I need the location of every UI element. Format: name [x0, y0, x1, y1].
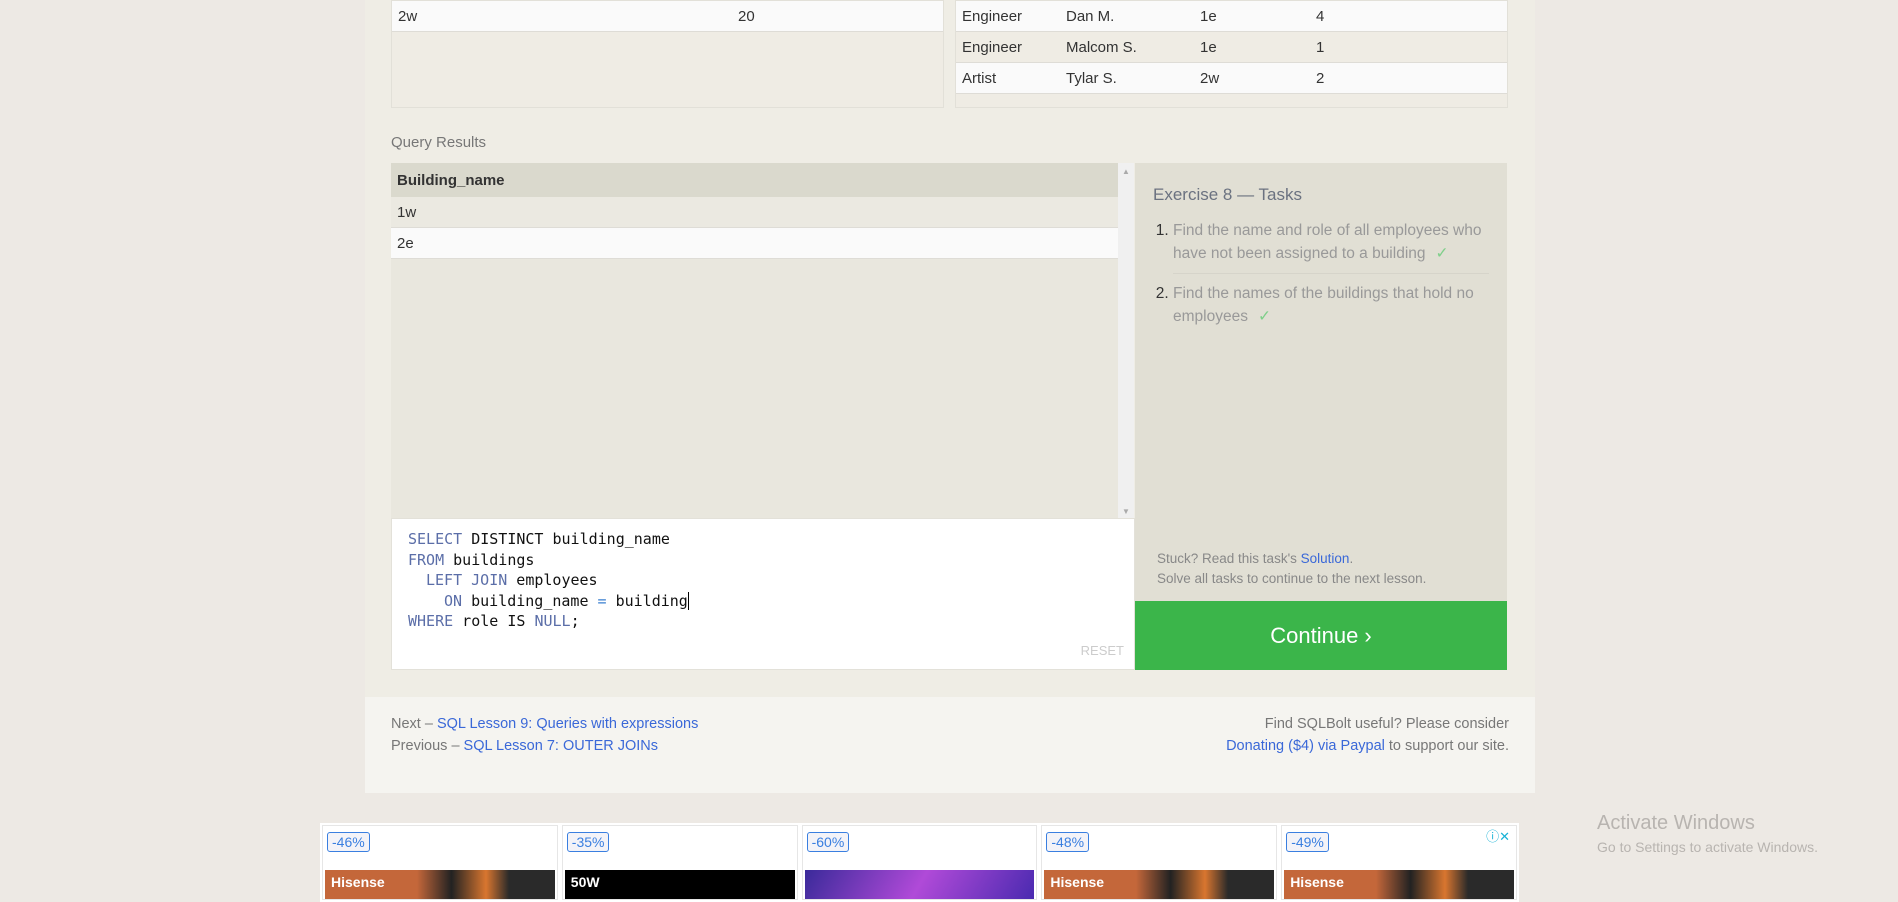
code-line: FROM buildings — [408, 550, 1118, 571]
donate-prompt: Find SQLBolt useful? Please consider — [1264, 716, 1509, 732]
prev-lesson-link[interactable]: SQL Lesson 7: OUTER JOINs — [464, 738, 658, 754]
cell: 1e — [1200, 7, 1217, 25]
buildings-table: 2w 20 — [391, 0, 944, 108]
code: buildings — [444, 550, 535, 569]
ad-item[interactable]: -48% Hisense — [1041, 825, 1278, 900]
help-text: Stuck? Read this task's Solution. Solve … — [1157, 549, 1426, 589]
stuck-suffix: . — [1349, 551, 1354, 566]
code-line: ON building_name = building — [408, 591, 1118, 612]
task-item: Find the names of the buildings that hol… — [1173, 282, 1489, 336]
results-scrollbar[interactable]: ▲ ▼ — [1118, 163, 1134, 518]
task-text: Find the names of the buildings that hol… — [1173, 285, 1474, 325]
ad-item[interactable]: -49% Hisense ⓘ✕ — [1281, 825, 1517, 900]
product-image: Hisense — [1284, 870, 1514, 899]
code: building — [606, 591, 688, 610]
reset-button[interactable]: RESET — [1081, 641, 1124, 662]
cell: 1e — [1200, 38, 1217, 56]
cell: 2w — [398, 7, 418, 25]
keyword: WHERE — [408, 612, 454, 630]
product-image: 50W — [564, 870, 795, 899]
stuck-text: Stuck? Read this task's — [1157, 551, 1301, 566]
cell: Engineer — [962, 7, 1023, 25]
query-results-table: Building_name 1w 2e ▲ ▼ — [391, 163, 1134, 518]
cell: Malcom S. — [1066, 38, 1137, 56]
activate-subtitle: Go to Settings to activate Windows. — [1597, 839, 1818, 855]
keyword: FROM — [408, 550, 445, 569]
tasks-title: Exercise 8 — Tasks — [1153, 185, 1302, 204]
scroll-up-icon[interactable]: ▲ — [1118, 167, 1134, 176]
table-row: 2e — [391, 228, 1118, 259]
activate-windows-watermark: Activate Windows Go to Settings to activ… — [1597, 812, 1818, 855]
code: DISTINCT building_name — [462, 530, 670, 548]
scroll-down-icon[interactable]: ▼ — [1118, 507, 1134, 516]
ad-item[interactable]: -46% Hisense — [322, 825, 558, 900]
table-row: Artist Tylar S. 2w 2 — [956, 63, 1507, 94]
cell: 20 — [738, 7, 755, 25]
keyword: SELECT — [408, 530, 463, 548]
ad-banner[interactable]: -46% Hisense -35% 50W -60% -48% Hisense -49… — [320, 823, 1519, 902]
next-label: Next – — [391, 716, 437, 732]
footer: Next – SQL Lesson 9: Queries with expres… — [365, 697, 1535, 793]
ad-item[interactable]: -60% — [801, 825, 1038, 900]
donate-suffix: to support our site. — [1384, 738, 1509, 754]
task-list: Find the name and role of all employees … — [1153, 219, 1489, 336]
discount-badge: -46% — [327, 832, 370, 852]
code-line: WHERE role IS NULL; — [408, 611, 1118, 632]
operator: = — [597, 591, 607, 610]
keyword: ON — [444, 591, 463, 610]
code: ; — [570, 612, 580, 630]
activate-title: Activate Windows — [1597, 812, 1755, 834]
cell: 1 — [1316, 38, 1325, 56]
ad-info-close-icon[interactable]: ⓘ✕ — [1486, 826, 1510, 845]
table-row: Engineer Dan M. 1e 4 — [956, 1, 1507, 32]
discount-badge: -60% — [806, 832, 850, 852]
employees-table: Engineer Dan M. 1e 4 Engineer Malcom S. 1e 1 A… — [955, 0, 1508, 108]
donate-link[interactable]: Donating ($4) via Paypal — [1226, 738, 1385, 754]
table-row: 1w — [391, 197, 1118, 228]
solution-link[interactable]: Solution — [1301, 551, 1350, 566]
code-line: SELECT DISTINCT building_name — [408, 529, 1118, 550]
text-cursor — [687, 592, 689, 610]
column-header: Building_name — [391, 163, 1118, 197]
keyword: NULL — [534, 612, 571, 630]
check-icon: ✓ — [1257, 308, 1271, 325]
next-lesson-link[interactable]: SQL Lesson 9: Queries with expressions — [437, 716, 698, 732]
cell: 4 — [1316, 7, 1325, 25]
cell: Dan M. — [1066, 7, 1115, 25]
discount-badge: -48% — [1046, 832, 1090, 852]
cell: 2w — [1200, 69, 1220, 87]
cell: Engineer — [962, 38, 1023, 56]
cell: 2 — [1316, 69, 1325, 87]
tasks-panel: Exercise 8 — Tasks Find the name and rol… — [1135, 163, 1507, 601]
ad-item[interactable]: -35% 50W — [561, 825, 798, 900]
code: building_name — [462, 591, 598, 610]
cell: Tylar S. — [1066, 69, 1117, 87]
query-results-label: Query Results — [391, 134, 487, 151]
discount-badge: -35% — [566, 832, 610, 852]
task-item: Find the name and role of all employees … — [1173, 219, 1489, 274]
sql-editor[interactable]: SELECT DISTINCT building_name FROM build… — [391, 518, 1135, 670]
table-row: Engineer Malcom S. 1e 1 — [956, 32, 1507, 63]
continue-button[interactable]: Continue › — [1135, 601, 1507, 670]
table-row: 2w 20 — [392, 1, 943, 32]
solve-all-text: Solve all tasks to continue to the next … — [1157, 571, 1427, 586]
code-line: LEFT JOIN employees — [408, 570, 1118, 591]
discount-badge: -49% — [1286, 832, 1329, 852]
keyword: LEFT JOIN — [426, 571, 508, 589]
code: employees — [507, 571, 598, 589]
prev-label: Previous – — [391, 738, 464, 754]
table-row-partial — [956, 94, 1507, 107]
product-image — [804, 870, 1035, 899]
code: role IS — [453, 612, 535, 630]
cell: Artist — [962, 69, 997, 87]
product-image: Hisense — [325, 870, 555, 899]
check-icon: ✓ — [1435, 245, 1449, 262]
product-image: Hisense — [1044, 870, 1275, 899]
